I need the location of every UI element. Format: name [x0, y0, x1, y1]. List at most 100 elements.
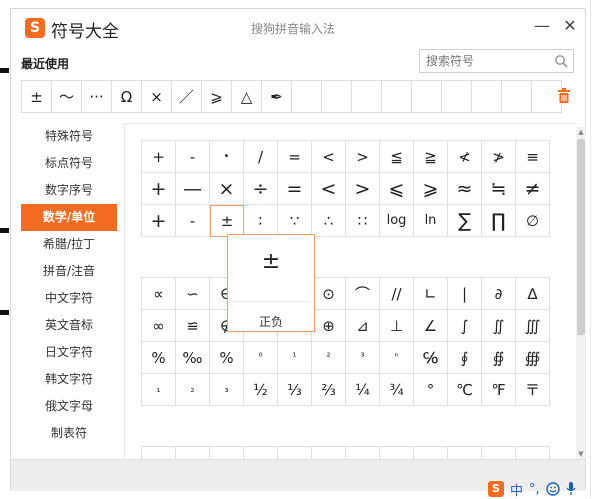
- symbol-cell[interactable]: ≮: [448, 141, 482, 173]
- microphone-icon[interactable]: [566, 482, 576, 496]
- sidebar-item-category[interactable]: 中文字符: [21, 285, 117, 312]
- symbol-cell[interactable]: ℅: [414, 342, 448, 374]
- scrollbar-thumb[interactable]: [577, 139, 585, 335]
- sidebar-item-category[interactable]: 标点符号: [21, 150, 117, 177]
- ime-status-bar[interactable]: S 中 °,: [488, 480, 596, 499]
- symbol-cell[interactable]: 〒: [516, 374, 550, 406]
- recent-symbol-cell[interactable]: [442, 81, 472, 113]
- recent-symbol-cell[interactable]: [352, 81, 382, 113]
- symbol-cell[interactable]: ¾: [380, 374, 414, 406]
- recent-symbol-cell[interactable]: △: [232, 81, 262, 113]
- recent-symbol-cell[interactable]: Ω: [112, 81, 142, 113]
- symbol-cell[interactable]: ℉: [482, 374, 516, 406]
- recent-symbol-cell[interactable]: [322, 81, 352, 113]
- ime-punctuation-indicator[interactable]: °,: [529, 482, 540, 497]
- recent-symbol-cell[interactable]: [502, 81, 532, 113]
- symbol-cell[interactable]: >: [346, 141, 380, 173]
- sidebar-item-category[interactable]: 日文字符: [21, 339, 117, 366]
- symbol-cell[interactable]: log: [380, 205, 414, 237]
- symbol-cell[interactable]: +: [142, 173, 176, 205]
- symbol-cell[interactable]: ∠: [414, 310, 448, 342]
- symbol-cell[interactable]: ⅔: [312, 374, 346, 406]
- scroll-down-arrow-icon[interactable]: ▼: [576, 449, 586, 459]
- symbol-cell[interactable]: ⊙: [312, 278, 346, 310]
- recent-symbol-cell[interactable]: ···: [82, 81, 112, 113]
- trash-icon[interactable]: [557, 88, 571, 104]
- symbol-cell[interactable]: ∮: [448, 342, 482, 374]
- sidebar-item-category[interactable]: 特殊符号: [21, 123, 117, 150]
- symbol-cell[interactable]: /: [244, 141, 278, 173]
- recent-symbol-cell[interactable]: ✒: [262, 81, 292, 113]
- symbol-cell[interactable]: ¼: [346, 374, 380, 406]
- symbol-cell[interactable]: +: [142, 141, 176, 173]
- recent-symbol-cell[interactable]: ⩾: [202, 81, 232, 113]
- sogou-tray-icon[interactable]: S: [488, 481, 504, 497]
- symbol-cell[interactable]: ⊕: [312, 310, 346, 342]
- symbol-cell[interactable]: ÷: [244, 173, 278, 205]
- symbol-cell[interactable]: %: [210, 342, 244, 374]
- symbol-cell[interactable]: >: [346, 173, 380, 205]
- symbol-cell[interactable]: ∵: [278, 205, 312, 237]
- symbol-cell[interactable]: ℃: [448, 374, 482, 406]
- sidebar-item-category[interactable]: 希腊/拉丁: [21, 231, 117, 258]
- sidebar-item-category[interactable]: 数学/单位: [21, 204, 117, 231]
- symbol-cell[interactable]: ∅: [516, 205, 550, 237]
- symbol-cell[interactable]: ₂: [176, 374, 210, 406]
- symbol-cell[interactable]: —: [176, 173, 210, 205]
- symbol-cell[interactable]: ∽: [176, 278, 210, 310]
- symbol-cell[interactable]: -: [176, 205, 210, 237]
- recent-symbol-cell[interactable]: ～: [52, 81, 82, 113]
- symbol-cell[interactable]: ₁: [142, 374, 176, 406]
- symbol-cell[interactable]: ∰: [516, 342, 550, 374]
- sidebar-item-category[interactable]: 制表符: [21, 420, 117, 447]
- symbol-cell[interactable]: -: [176, 141, 210, 173]
- symbol-cell[interactable]: ln: [414, 205, 448, 237]
- search-icon[interactable]: [554, 54, 568, 68]
- symbol-cell[interactable]: •: [210, 141, 244, 173]
- symbol-cell[interactable]: +: [142, 205, 176, 237]
- symbol-cell[interactable]: ½: [244, 374, 278, 406]
- minimize-button[interactable]: —: [531, 15, 553, 37]
- symbol-cell[interactable]: ∝: [142, 278, 176, 310]
- symbol-cell[interactable]: ∴: [312, 205, 346, 237]
- symbol-cell[interactable]: ∭: [516, 310, 550, 342]
- symbol-cell[interactable]: ∟: [414, 278, 448, 310]
- symbol-cell[interactable]: ≠: [516, 173, 550, 205]
- symbol-cell[interactable]: ∞: [142, 310, 176, 342]
- scroll-up-arrow-icon[interactable]: ▲: [576, 127, 586, 137]
- symbol-cell[interactable]: ⁰: [244, 342, 278, 374]
- symbol-cell[interactable]: ∑: [448, 205, 482, 237]
- symbol-cell[interactable]: |: [448, 278, 482, 310]
- recent-symbol-cell[interactable]: [412, 81, 442, 113]
- symbol-cell[interactable]: ‰: [176, 342, 210, 374]
- symbol-cell[interactable]: ⅓: [278, 374, 312, 406]
- symbol-cell[interactable]: ≯: [482, 141, 516, 173]
- symbol-cell[interactable]: ∬: [482, 310, 516, 342]
- symbol-cell[interactable]: ×: [210, 173, 244, 205]
- symbol-cell[interactable]: ⊥: [380, 310, 414, 342]
- symbol-cell[interactable]: ∏: [482, 205, 516, 237]
- symbol-cell[interactable]: ∶: [244, 205, 278, 237]
- scrollbar[interactable]: ▲ ▼: [576, 127, 586, 459]
- symbol-cell[interactable]: ≡: [516, 141, 550, 173]
- close-button[interactable]: ✕: [559, 15, 581, 37]
- symbol-cell[interactable]: <: [312, 141, 346, 173]
- title-bar[interactable]: S 符号大全 搜狗拼音输入法 — ✕: [11, 9, 585, 45]
- symbol-cell[interactable]: ≦: [380, 141, 414, 173]
- symbol-cell[interactable]: ≒: [482, 173, 516, 205]
- ime-language-indicator[interactable]: 中: [510, 480, 523, 499]
- search-input[interactable]: [420, 50, 557, 72]
- symbol-cell[interactable]: =: [278, 173, 312, 205]
- sidebar-item-category[interactable]: 韩文字符: [21, 366, 117, 393]
- symbol-cell[interactable]: ∯: [482, 342, 516, 374]
- symbol-cell[interactable]: ⩾: [414, 173, 448, 205]
- recent-symbol-cell[interactable]: ／: [172, 81, 202, 113]
- symbol-cell[interactable]: ≌: [176, 310, 210, 342]
- symbol-cell[interactable]: ²: [312, 342, 346, 374]
- symbol-cell[interactable]: ⁿ: [380, 342, 414, 374]
- recent-symbol-cell[interactable]: [382, 81, 412, 113]
- recent-symbol-cell[interactable]: ×: [142, 81, 172, 113]
- symbol-cell[interactable]: =: [278, 141, 312, 173]
- symbol-cell[interactable]: ³: [346, 342, 380, 374]
- symbol-cell[interactable]: ⩽: [380, 173, 414, 205]
